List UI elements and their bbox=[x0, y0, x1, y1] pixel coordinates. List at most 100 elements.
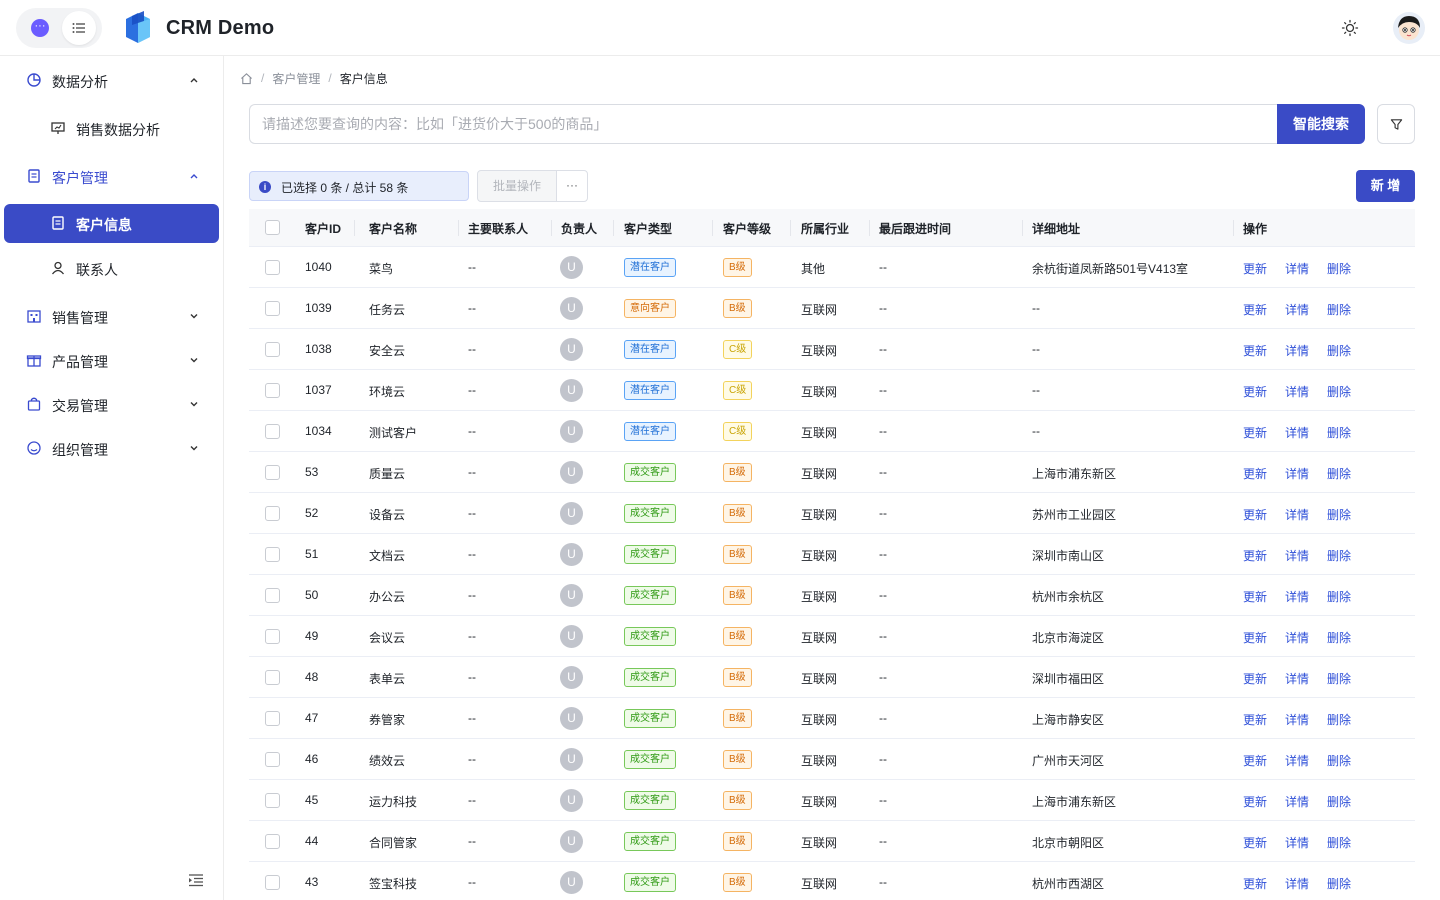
detail-link[interactable]: 详情 bbox=[1285, 752, 1309, 769]
update-link[interactable]: 更新 bbox=[1243, 342, 1267, 359]
sidebar-item-customer-management[interactable]: 客户管理 bbox=[4, 157, 219, 196]
detail-link[interactable]: 详情 bbox=[1285, 875, 1309, 892]
cell-main-contact: -- bbox=[468, 424, 476, 438]
detail-link[interactable]: 详情 bbox=[1285, 342, 1309, 359]
delete-link[interactable]: 删除 bbox=[1327, 506, 1351, 523]
cell-customer-name: 运力科技 bbox=[369, 795, 418, 809]
cell-address: -- bbox=[1032, 301, 1040, 315]
smart-search-button[interactable]: 智能搜索 bbox=[1277, 104, 1365, 144]
row-checkbox[interactable] bbox=[265, 342, 280, 357]
delete-link[interactable]: 删除 bbox=[1327, 465, 1351, 482]
row-checkbox[interactable] bbox=[265, 670, 280, 685]
delete-link[interactable]: 删除 bbox=[1327, 834, 1351, 851]
filter-button[interactable] bbox=[1377, 104, 1415, 144]
row-checkbox[interactable] bbox=[265, 711, 280, 726]
detail-link[interactable]: 详情 bbox=[1285, 424, 1309, 441]
update-link[interactable]: 更新 bbox=[1243, 424, 1267, 441]
cell-customer-id: 53 bbox=[305, 465, 319, 479]
detail-link[interactable]: 详情 bbox=[1285, 629, 1309, 646]
update-link[interactable]: 更新 bbox=[1243, 670, 1267, 687]
update-link[interactable]: 更新 bbox=[1243, 383, 1267, 400]
detail-link[interactable]: 详情 bbox=[1285, 260, 1309, 277]
sidebar-item-data-analysis[interactable]: 数据分析 bbox=[4, 61, 219, 100]
row-checkbox[interactable] bbox=[265, 547, 280, 562]
delete-link[interactable]: 删除 bbox=[1327, 793, 1351, 810]
sun-icon[interactable] bbox=[1341, 19, 1359, 37]
select-all-checkbox[interactable] bbox=[265, 220, 280, 235]
sidebar-item-contacts[interactable]: 联系人 bbox=[4, 249, 219, 288]
detail-link[interactable]: 详情 bbox=[1285, 506, 1309, 523]
sidebar-item-product-management[interactable]: 产品管理 bbox=[4, 341, 219, 380]
detail-link[interactable]: 详情 bbox=[1285, 793, 1309, 810]
smart-search-input[interactable] bbox=[250, 105, 1278, 143]
list-toggle-button[interactable] bbox=[62, 11, 96, 45]
cell-customer-id: 46 bbox=[305, 752, 319, 766]
chevron-down-icon bbox=[190, 314, 198, 319]
update-link[interactable]: 更新 bbox=[1243, 260, 1267, 277]
delete-link[interactable]: 删除 bbox=[1327, 301, 1351, 318]
table-row: 1040 菜鸟 -- 其他 -- 余杭街道凤新路501号V413室 U 潜在客户 B级 更新 详情 删… bbox=[249, 247, 1415, 288]
row-checkbox[interactable] bbox=[265, 793, 280, 808]
home-icon[interactable] bbox=[240, 72, 253, 85]
row-checkbox[interactable] bbox=[265, 465, 280, 480]
delete-link[interactable]: 删除 bbox=[1327, 424, 1351, 441]
top-header: ··· CRM Demo bbox=[0, 0, 1440, 56]
delete-link[interactable]: 删除 bbox=[1327, 342, 1351, 359]
detail-link[interactable]: 详情 bbox=[1285, 834, 1309, 851]
delete-link[interactable]: 删除 bbox=[1327, 588, 1351, 605]
clipboard-icon bbox=[28, 169, 40, 183]
chat-bubble-icon[interactable]: ··· bbox=[31, 19, 49, 37]
detail-link[interactable]: 详情 bbox=[1285, 547, 1309, 564]
delete-link[interactable]: 删除 bbox=[1327, 383, 1351, 400]
detail-link[interactable]: 详情 bbox=[1285, 670, 1309, 687]
add-customer-button[interactable]: 新 增 bbox=[1356, 170, 1415, 202]
app-logo-icon bbox=[126, 11, 150, 43]
row-checkbox[interactable] bbox=[265, 424, 280, 439]
detail-link[interactable]: 详情 bbox=[1285, 711, 1309, 728]
delete-link[interactable]: 删除 bbox=[1327, 670, 1351, 687]
sidebar-item-sales-management[interactable]: 销售管理 bbox=[4, 297, 219, 336]
update-link[interactable]: 更新 bbox=[1243, 875, 1267, 892]
user-avatar[interactable] bbox=[1393, 12, 1425, 44]
batch-operation-button[interactable]: 批量操作 bbox=[477, 170, 557, 202]
delete-link[interactable]: 删除 bbox=[1327, 547, 1351, 564]
row-checkbox[interactable] bbox=[265, 383, 280, 398]
cell-last-followup: -- bbox=[879, 875, 887, 889]
delete-link[interactable]: 删除 bbox=[1327, 752, 1351, 769]
more-options-button[interactable]: ··· bbox=[556, 170, 588, 202]
row-checkbox[interactable] bbox=[265, 875, 280, 890]
row-checkbox[interactable] bbox=[265, 301, 280, 316]
update-link[interactable]: 更新 bbox=[1243, 793, 1267, 810]
row-checkbox[interactable] bbox=[265, 588, 280, 603]
row-checkbox[interactable] bbox=[265, 629, 280, 644]
update-link[interactable]: 更新 bbox=[1243, 465, 1267, 482]
detail-link[interactable]: 详情 bbox=[1285, 301, 1309, 318]
sidebar-item-customer-info[interactable]: 客户信息 bbox=[4, 204, 219, 243]
detail-link[interactable]: 详情 bbox=[1285, 383, 1309, 400]
row-checkbox[interactable] bbox=[265, 752, 280, 767]
detail-link[interactable]: 详情 bbox=[1285, 588, 1309, 605]
breadcrumb-customer-management[interactable]: 客户管理 bbox=[272, 70, 320, 87]
update-link[interactable]: 更新 bbox=[1243, 711, 1267, 728]
row-checkbox[interactable] bbox=[265, 834, 280, 849]
update-link[interactable]: 更新 bbox=[1243, 588, 1267, 605]
update-link[interactable]: 更新 bbox=[1243, 301, 1267, 318]
sidebar-item-sales-analysis[interactable]: 销售数据分析 bbox=[4, 109, 219, 148]
row-checkbox[interactable] bbox=[265, 260, 280, 275]
update-link[interactable]: 更新 bbox=[1243, 547, 1267, 564]
update-link[interactable]: 更新 bbox=[1243, 834, 1267, 851]
sidebar-item-org-management[interactable]: 组织管理 bbox=[4, 429, 219, 468]
delete-link[interactable]: 删除 bbox=[1327, 875, 1351, 892]
update-link[interactable]: 更新 bbox=[1243, 752, 1267, 769]
delete-link[interactable]: 删除 bbox=[1327, 260, 1351, 277]
update-link[interactable]: 更新 bbox=[1243, 506, 1267, 523]
sidebar-item-transaction-management[interactable]: 交易管理 bbox=[4, 385, 219, 424]
column-header-actions: 操作 bbox=[1243, 222, 1268, 236]
table-row: 51 文档云 -- 互联网 -- 深圳市南山区 U 成交客户 B级 更新 详情 删除 bbox=[249, 534, 1415, 575]
delete-link[interactable]: 删除 bbox=[1327, 711, 1351, 728]
delete-link[interactable]: 删除 bbox=[1327, 629, 1351, 646]
row-checkbox[interactable] bbox=[265, 506, 280, 521]
collapse-menu-icon[interactable] bbox=[188, 873, 204, 887]
update-link[interactable]: 更新 bbox=[1243, 629, 1267, 646]
detail-link[interactable]: 详情 bbox=[1285, 465, 1309, 482]
